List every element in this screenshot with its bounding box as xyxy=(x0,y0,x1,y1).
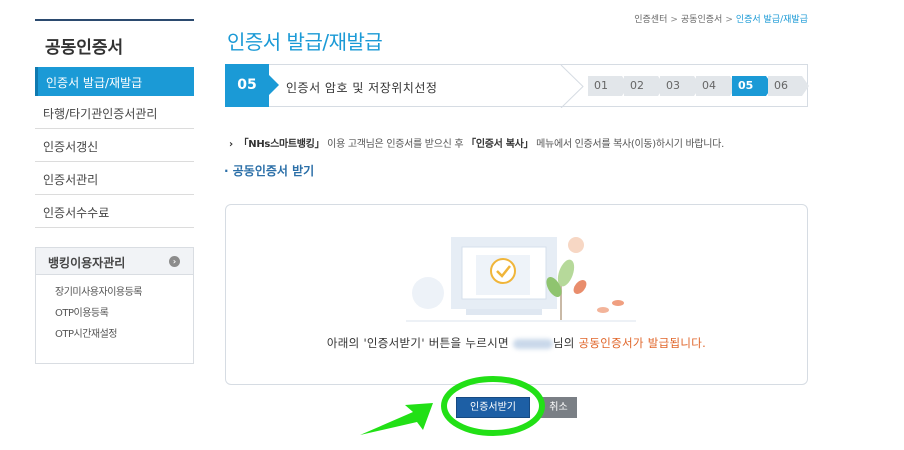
get-certificate-button[interactable]: 인증서받기 xyxy=(456,397,530,418)
page-title: 인증서 발급/재발급 xyxy=(227,30,383,54)
banking-user-header[interactable]: 뱅킹이용자관리 › xyxy=(36,248,193,275)
breadcrumb-separator: > xyxy=(670,15,678,25)
breadcrumb: 인증센터 > 공동인증서 > 인증서 발급/재발급 xyxy=(634,12,808,25)
step-indicator: 03 xyxy=(660,76,701,96)
notice-text-1: 이용 고객님은 인증서를 받으신 후 xyxy=(324,139,467,150)
notice-service: 「NHs스마트뱅킹」 xyxy=(238,139,325,150)
certificate-panel: 아래의 '인증서받기' 버튼을 누르시면 님의 공동인증서가 발급됩니다. xyxy=(225,204,808,385)
masked-username xyxy=(512,338,553,349)
section-heading: · 공동인증서 받기 xyxy=(224,164,315,178)
step-indicator: 06 xyxy=(768,76,809,96)
banking-user-list: 장기미사용자이용등록 OTP이용등록 OTP시간재설정 xyxy=(36,275,193,363)
step-indicator: 01 xyxy=(588,76,629,96)
sidebar-item-fee[interactable]: 인증서수수료 xyxy=(35,195,194,228)
current-step-label: 인증서 암호 및 저장위치선정 xyxy=(286,81,438,95)
notice-menu: 「인증서 복사」 xyxy=(466,139,534,150)
issue-message-highlight: 공동인증서가 발급됩니다. xyxy=(578,336,707,350)
certificate-illustration xyxy=(406,237,636,322)
breadcrumb-item[interactable]: 공동인증서 xyxy=(681,15,722,25)
banking-user-title: 뱅킹이용자관리 xyxy=(48,256,126,270)
sidebar-title: 공동인증서 xyxy=(35,19,194,67)
chevron-right-icon[interactable]: › xyxy=(169,256,180,267)
sub-link-otp-time[interactable]: OTP시간재설정 xyxy=(55,324,193,345)
sidebar-item-renew[interactable]: 인증서갱신 xyxy=(35,129,194,162)
breadcrumb-item[interactable]: 인증센터 xyxy=(634,15,667,25)
current-step-number: 05 xyxy=(225,64,279,107)
sub-link-dormant[interactable]: 장기미사용자이용등록 xyxy=(55,282,193,303)
issue-message-part2: 님의 xyxy=(552,336,579,350)
issue-message-part1: 아래의 '인증서받기' 버튼을 누르시면 xyxy=(326,336,513,350)
sidebar-item-manage[interactable]: 인증서관리 xyxy=(35,162,194,195)
step-indicator: 04 xyxy=(696,76,737,96)
notice-text: › 「NHs스마트뱅킹」 이용 고객님은 인증서를 받으신 후 「인증서 복사」… xyxy=(229,135,724,150)
step-indicator-active: 05 xyxy=(732,76,773,96)
step-bar: 05 인증서 암호 및 저장위치선정 01 02 03 04 05 06 xyxy=(225,64,809,108)
step-indicator: 02 xyxy=(624,76,665,96)
sub-link-otp-register[interactable]: OTP이용등록 xyxy=(55,303,193,324)
breadcrumb-separator: > xyxy=(725,15,733,25)
notice-text-2: 메뉴에서 인증서를 복사(이동)하시기 바랍니다. xyxy=(533,139,724,150)
breadcrumb-current: 인증서 발급/재발급 xyxy=(735,15,808,25)
sidebar: 공동인증서 인증서 발급/재발급 타행/타기관인증서관리 인증서갱신 인증서관리… xyxy=(35,19,194,364)
sidebar-item-issue[interactable]: 인증서 발급/재발급 xyxy=(35,67,194,96)
issue-message: 아래의 '인증서받기' 버튼을 누르시면 님의 공동인증서가 발급됩니다. xyxy=(226,335,807,351)
cancel-button[interactable]: 취소 xyxy=(540,397,577,418)
notice-bullet: › xyxy=(229,139,233,150)
sidebar-item-other-cert[interactable]: 타행/타기관인증서관리 xyxy=(35,96,194,129)
step-divider-chevron xyxy=(560,65,584,108)
banking-user-box: 뱅킹이용자관리 › 장기미사용자이용등록 OTP이용등록 OTP시간재설정 xyxy=(35,247,194,364)
